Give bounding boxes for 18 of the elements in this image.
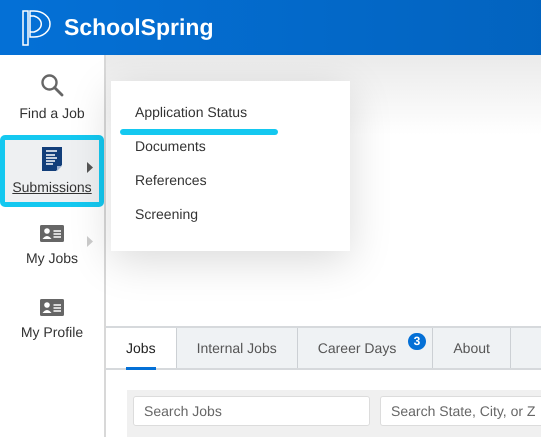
document-icon	[42, 147, 62, 171]
menu-item[interactable]: Screening	[111, 197, 222, 231]
menu-item[interactable]: References	[111, 163, 231, 197]
search-field[interactable]: Search Jobs	[133, 396, 370, 426]
id-card-icon	[40, 298, 64, 316]
sidebar-item[interactable]: Submissions	[0, 135, 104, 207]
tab[interactable]: Career Days 3	[298, 328, 434, 368]
search-icon	[40, 73, 64, 97]
tab[interactable]: About	[433, 328, 511, 368]
menu-item[interactable]: Application Status	[111, 95, 272, 129]
tab[interactable]: Internal Jobs	[176, 328, 298, 368]
brand-name: SchoolSpring	[64, 14, 214, 41]
logo-icon	[22, 10, 52, 46]
search-field[interactable]: Search State, City, or Z	[380, 396, 541, 426]
active-tab-indicator	[126, 367, 156, 370]
count-badge: 3	[408, 333, 426, 350]
id-card-icon	[40, 224, 64, 242]
menu-item[interactable]: Documents	[111, 129, 230, 163]
